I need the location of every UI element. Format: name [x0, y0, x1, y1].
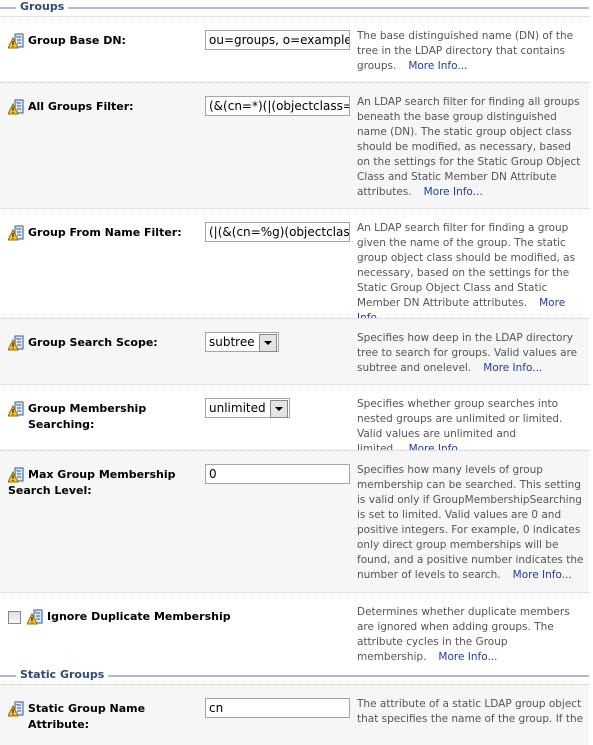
field-label: All Groups Filter: — [28, 100, 134, 113]
warning-config-icon — [8, 99, 24, 115]
setting-row-ignore-duplicate-membership: Ignore Duplicate Membership Determines w… — [0, 592, 589, 663]
warning-config-icon — [8, 335, 24, 351]
group-search-scope-select[interactable]: subtree — [205, 332, 279, 352]
field-label: Static Group Name Attribute: — [28, 702, 146, 731]
group-membership-searching-select[interactable]: unlimited — [205, 398, 290, 418]
field-label: Group Search Scope: — [28, 336, 158, 349]
warning-config-icon — [8, 701, 24, 717]
more-info-link[interactable]: More Info... — [408, 60, 467, 72]
field-label: Group Membership Searching: — [28, 402, 147, 431]
chevron-down-icon[interactable] — [258, 334, 277, 352]
group-from-name-filter-input[interactable]: (|(&(cn=%g)(objectclas — [205, 222, 350, 242]
section-groups: Groups — [0, 0, 593, 16]
more-info-link[interactable]: More Info... — [483, 362, 542, 374]
field-description: Specifies how many levels of group membe… — [357, 464, 584, 581]
field-description: An LDAP search filter for finding all gr… — [357, 96, 581, 198]
group-base-dn-input[interactable]: ou=groups, o=example — [205, 30, 350, 50]
more-info-link[interactable]: More Info... — [513, 569, 572, 581]
setting-row-group-search-scope: Group Search Scope: subtree Specifies ho… — [0, 318, 589, 384]
max-group-membership-search-level-input[interactable]: 0 — [205, 464, 350, 484]
warning-config-icon — [8, 401, 24, 417]
warning-config-icon — [27, 609, 43, 625]
selected-value: subtree — [209, 335, 255, 349]
static-group-name-attribute-input[interactable]: cn — [205, 698, 350, 718]
field-description: An LDAP search filter for finding a grou… — [357, 221, 587, 326]
warning-config-icon — [8, 33, 24, 49]
chevron-down-icon[interactable] — [269, 400, 288, 418]
more-info-link[interactable]: More Info... — [438, 651, 497, 663]
all-groups-filter-input[interactable]: (&(cn=*)(|(objectclass= — [205, 96, 350, 116]
field-description: Specifies how deep in the LDAP directory… — [357, 332, 578, 374]
warning-config-icon — [8, 225, 24, 241]
setting-row-max-group-membership-search-level: Max Group Membership Search Level: 0 Spe… — [0, 450, 589, 592]
field-description: The attribute of a static LDAP group obj… — [357, 698, 584, 725]
section-title: Groups — [16, 0, 69, 14]
section-static-groups: Static Groups — [0, 668, 593, 684]
field-label: Ignore Duplicate Membership — [47, 610, 231, 623]
field-label: Group From Name Filter: — [28, 226, 182, 239]
setting-row-static-group-name-attribute: Static Group Name Attribute: cn The attr… — [0, 684, 589, 745]
setting-row-group-base-dn: Group Base DN: ou=groups, o=example The … — [0, 16, 589, 82]
setting-row-all-groups-filter: All Groups Filter: (&(cn=*)(|(objectclas… — [0, 82, 589, 208]
more-info-link[interactable]: More Info... — [424, 186, 483, 198]
setting-row-group-from-name-filter: Group From Name Filter: (|(&(cn=%g)(obje… — [0, 208, 589, 324]
field-description: Determines whether duplicate members are… — [357, 606, 570, 663]
ignore-duplicate-membership-checkbox[interactable] — [8, 611, 21, 624]
field-label: Group Base DN: — [28, 34, 126, 47]
selected-value: unlimited — [209, 401, 266, 415]
field-description: The base distinguished name (DN) of the … — [357, 30, 574, 72]
field-description: Specifies whether group searches into ne… — [357, 398, 563, 455]
field-label: Max Group Membership Search Level: — [8, 468, 176, 497]
section-title: Static Groups — [16, 668, 109, 682]
setting-row-group-membership-searching: Group Membership Searching: unlimited Sp… — [0, 384, 589, 455]
